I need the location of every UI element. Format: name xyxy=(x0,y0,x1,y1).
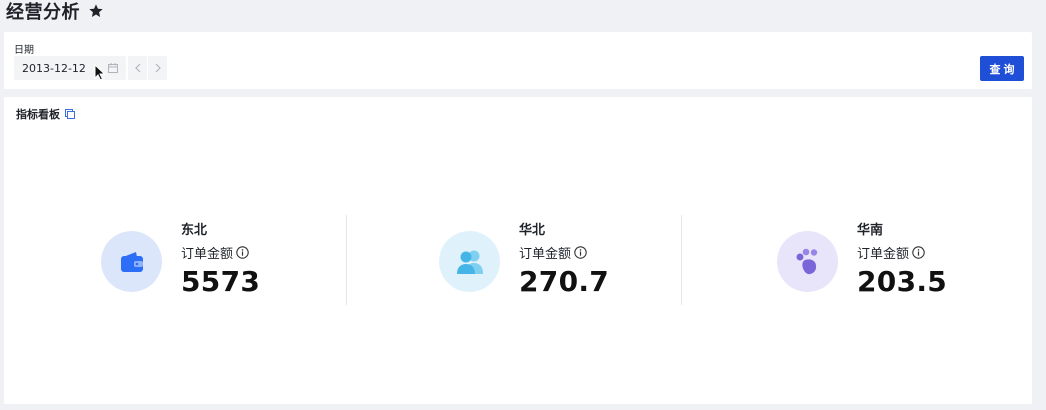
metric-label: 订单金额 xyxy=(857,247,910,262)
mouse-cursor-icon xyxy=(94,63,106,81)
metric-card-northeast: 东北 订单金额 5573 xyxy=(101,219,361,309)
metric-divider xyxy=(346,215,347,305)
metric-value: 203.5 xyxy=(857,265,948,298)
page-title: 经营分析 xyxy=(6,2,80,23)
chevron-left-icon xyxy=(134,63,140,73)
metric-label-wrap: 订单金额 xyxy=(519,243,587,262)
date-value: 2013-12-12 xyxy=(22,61,86,75)
info-icon[interactable] xyxy=(236,246,249,259)
chevron-right-icon xyxy=(155,63,161,73)
info-icon[interactable] xyxy=(912,246,925,259)
board-title: 指标看板 xyxy=(16,108,60,121)
metric-label: 订单金额 xyxy=(519,247,572,262)
metric-label-wrap: 订单金额 xyxy=(857,243,925,262)
metric-card-south: 华南 订单金额 203.5 xyxy=(777,219,1037,309)
info-icon[interactable] xyxy=(574,246,587,259)
metric-value: 270.7 xyxy=(519,265,610,298)
users-icon xyxy=(456,250,483,274)
date-filter-label: 日期 xyxy=(14,45,34,56)
metric-card-north: 华北 订单金额 270.7 xyxy=(439,219,699,309)
calendar-icon[interactable] xyxy=(108,63,118,73)
metric-region: 华南 xyxy=(857,223,884,238)
page-header: 经营分析 xyxy=(6,0,104,23)
prev-date-button[interactable] xyxy=(128,56,147,80)
metric-value: 5573 xyxy=(181,265,261,298)
board-title-wrap: 指标看板 xyxy=(16,106,75,122)
metric-icon-bg xyxy=(777,231,838,292)
metric-region: 华北 xyxy=(519,223,546,238)
metric-label: 订单金额 xyxy=(181,247,234,262)
filter-panel: 日期 2013-12-12 查询 xyxy=(4,32,1032,89)
metric-icon-bg xyxy=(439,231,500,292)
query-button[interactable]: 查询 xyxy=(980,56,1024,81)
metric-region: 东北 xyxy=(181,223,208,238)
paw-icon xyxy=(796,248,817,274)
indicator-board: 指标看板 东北 订单金额 5573 华北 订单金额 270.7 华南 订单金额 … xyxy=(4,97,1032,404)
metric-icon-bg xyxy=(101,231,162,292)
copy-icon[interactable] xyxy=(65,109,75,119)
metric-label-wrap: 订单金额 xyxy=(181,243,249,262)
star-icon[interactable] xyxy=(88,3,104,19)
wallet-icon xyxy=(120,251,143,272)
date-picker-input[interactable]: 2013-12-12 xyxy=(14,56,126,80)
next-date-button[interactable] xyxy=(148,56,167,80)
metric-divider xyxy=(681,215,682,305)
